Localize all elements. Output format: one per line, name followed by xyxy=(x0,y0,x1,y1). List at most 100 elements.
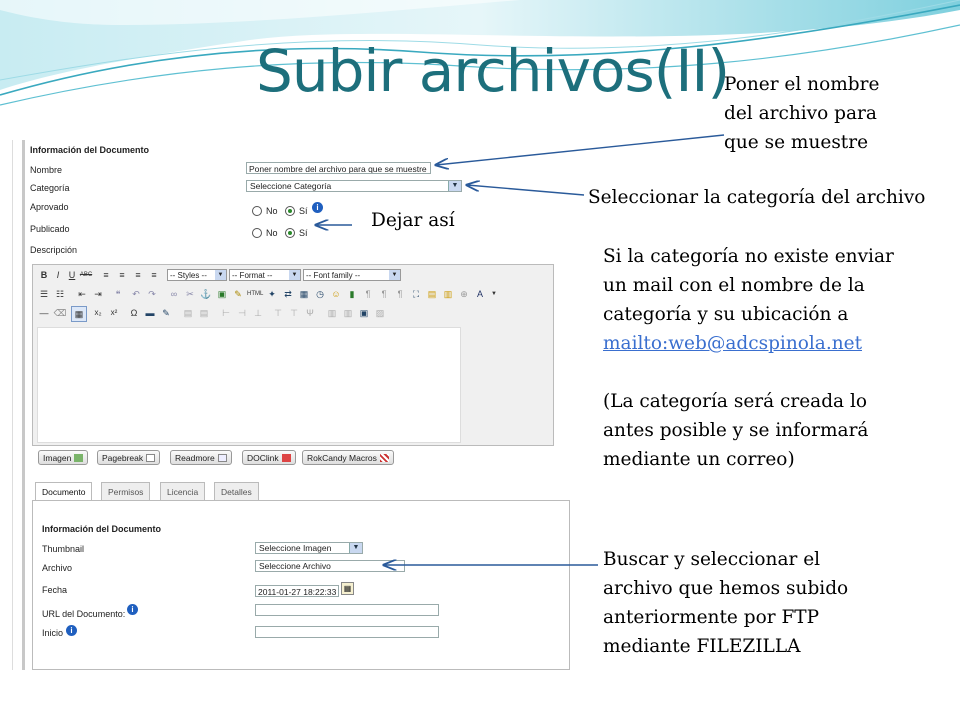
edit-icon[interactable]: ✎ xyxy=(159,306,173,320)
layer-forward-icon[interactable]: ▥ xyxy=(441,287,455,301)
date-icon[interactable]: ▦ xyxy=(297,287,311,301)
redo-icon[interactable]: ↷ xyxy=(145,287,159,301)
info-icon[interactable]: i xyxy=(66,625,77,636)
chevron-down-icon: ▼ xyxy=(349,543,362,553)
thumbnail-select[interactable]: Seleccione Imagen ▼ xyxy=(255,542,363,554)
visual-aid-icon[interactable]: ▦ xyxy=(71,306,87,322)
chevron-down-icon[interactable]: ▼ xyxy=(487,287,501,301)
editor-toolbar-row-3: — ⌫ ▦ x₂ x² Ω ▬ ✎ ▤ ▤ ⊢ ⊣ ⊥ ⊤ ⊤ Ψ ▥ ▥ ▣ … xyxy=(35,306,545,322)
aprovado-si-radio[interactable] xyxy=(285,206,295,216)
italic-button[interactable]: I xyxy=(51,268,65,282)
subscript-icon[interactable]: x₂ xyxy=(91,306,105,320)
tab-documento[interactable]: Documento xyxy=(35,482,93,501)
info-icon[interactable]: i xyxy=(127,604,138,615)
doclink-button[interactable]: DOClink xyxy=(242,450,296,465)
calendar-icon[interactable]: ▦ xyxy=(341,582,354,595)
remove-format-icon[interactable]: ⌫ xyxy=(53,306,67,320)
tab-licencia[interactable]: Licencia xyxy=(160,482,206,500)
bold-button[interactable]: B xyxy=(37,268,51,282)
row-insert-icon[interactable]: ⊢ xyxy=(219,306,233,320)
image-icon[interactable]: ▣ xyxy=(215,287,229,301)
publicado-no-radio[interactable] xyxy=(252,228,262,238)
absolute-icon[interactable]: ⊕ xyxy=(457,287,471,301)
aprovado-no-radio[interactable] xyxy=(252,206,262,216)
categoria-label: Categoría xyxy=(30,183,70,193)
split-cells-icon[interactable]: ▥ xyxy=(325,306,339,320)
html-source-icon[interactable]: HTML xyxy=(247,287,263,301)
paragraph-icon[interactable]: ¶ xyxy=(393,287,407,301)
link-icon[interactable]: ∞ xyxy=(167,287,181,301)
hr-insert-icon[interactable]: ▬ xyxy=(143,306,157,320)
col-delete-icon[interactable]: Ψ xyxy=(303,306,317,320)
rokcandy-button[interactable]: RokCandy Macros xyxy=(302,450,394,465)
blockquote-icon[interactable]: ❝ xyxy=(111,287,125,301)
ltr-icon[interactable]: ¶ xyxy=(361,287,375,301)
col-after-icon[interactable]: ⊤ xyxy=(287,306,301,320)
styles-select[interactable]: -- Styles -- ▼ xyxy=(167,269,227,281)
underline-button[interactable]: U xyxy=(65,268,79,282)
inicio-input[interactable] xyxy=(255,626,439,638)
format-select[interactable]: -- Format -- ▼ xyxy=(229,269,301,281)
format-select-value: -- Format -- xyxy=(232,271,273,280)
categoria-select[interactable]: Seleccione Categoría ▼ xyxy=(246,180,462,192)
imagen-button[interactable]: Imagen xyxy=(38,450,89,465)
nombre-input[interactable]: Poner nombre del archivo para que se mue… xyxy=(246,162,431,174)
mail-link[interactable]: mailto:web@adcspinola.net xyxy=(603,333,862,354)
rtl-icon[interactable]: ¶ xyxy=(377,287,391,301)
undo-icon[interactable]: ↶ xyxy=(129,287,143,301)
replace-icon[interactable]: ⇄ xyxy=(281,287,295,301)
special-char-icon[interactable]: Ω xyxy=(127,306,141,320)
aprovado-si-label: Sí xyxy=(299,206,308,216)
url-documento-input[interactable] xyxy=(255,604,439,616)
merge-cells-icon[interactable]: ▥ xyxy=(341,306,355,320)
tab-detalles[interactable]: Detalles xyxy=(214,482,259,500)
superscript-icon[interactable]: x² xyxy=(107,306,121,320)
align-right-icon[interactable]: ≡ xyxy=(131,268,145,282)
readmore-button[interactable]: Readmore xyxy=(170,450,232,465)
fecha-input[interactable]: 2011-01-27 18:22:33 xyxy=(255,585,339,597)
indent-icon[interactable]: ⇥ xyxy=(91,287,105,301)
outdent-icon[interactable]: ⇤ xyxy=(75,287,89,301)
info-icon[interactable]: i xyxy=(312,202,323,213)
publicado-si-radio[interactable] xyxy=(285,228,295,238)
styles-select-value: -- Styles -- xyxy=(170,271,207,280)
description-textarea[interactable] xyxy=(37,327,461,443)
bullet-list-icon[interactable]: ☰ xyxy=(37,287,51,301)
chevron-down-icon: ▼ xyxy=(289,270,300,280)
note-line: mediante un correo) xyxy=(603,449,795,470)
unlink-icon[interactable]: ✂ xyxy=(183,287,197,301)
table-icon[interactable]: ▤ xyxy=(181,306,195,320)
format-painter-icon[interactable]: ✦ xyxy=(265,287,279,301)
cell-props-icon[interactable]: ▣ xyxy=(357,306,371,320)
align-justify-icon[interactable]: ≡ xyxy=(147,268,161,282)
thumbnail-label: Thumbnail xyxy=(42,544,85,554)
pagebreak-button[interactable]: Pagebreak xyxy=(97,450,161,465)
anchor-icon[interactable]: ⚓ xyxy=(199,287,213,301)
doc-panel-header: Información del Documento xyxy=(42,524,162,534)
strikethrough-button[interactable]: ABC xyxy=(79,268,93,282)
align-left-icon[interactable]: ≡ xyxy=(99,268,113,282)
text-color-icon[interactable]: A xyxy=(473,287,487,301)
row-after-icon[interactable]: ⊣ xyxy=(235,306,249,320)
col-insert-icon[interactable]: ⊤ xyxy=(271,306,285,320)
thumbnail-select-value: Seleccione Imagen xyxy=(259,543,332,553)
media-icon[interactable]: ▮ xyxy=(345,287,359,301)
time-icon[interactable]: ◷ xyxy=(313,287,327,301)
row-delete-icon[interactable]: ⊥ xyxy=(251,306,265,320)
cleanup-icon[interactable]: ✎ xyxy=(231,287,245,301)
horizontal-rule-icon[interactable]: — xyxy=(37,306,51,320)
note-nombre: Poner el nombre del archivo para que se … xyxy=(724,70,879,157)
numbered-list-icon[interactable]: ☷ xyxy=(53,287,67,301)
emoticon-icon[interactable]: ☺ xyxy=(329,287,343,301)
imagen-button-label: Imagen xyxy=(43,453,72,463)
documento-panel: Información del Documento Thumbnail Sele… xyxy=(32,500,570,670)
layer-icon[interactable]: ▤ xyxy=(425,287,439,301)
delete-table-icon[interactable]: ▨ xyxy=(373,306,387,320)
table-props-icon[interactable]: ▤ xyxy=(197,306,211,320)
archivo-select[interactable]: Seleccione Archivo xyxy=(255,560,405,572)
rokcandy-button-label: RokCandy Macros xyxy=(307,453,377,463)
font-family-select[interactable]: -- Font family -- ▼ xyxy=(303,269,401,281)
tab-permisos[interactable]: Permisos xyxy=(101,482,151,500)
fullscreen-icon[interactable]: ⛶ xyxy=(409,287,423,301)
align-center-icon[interactable]: ≡ xyxy=(115,268,129,282)
